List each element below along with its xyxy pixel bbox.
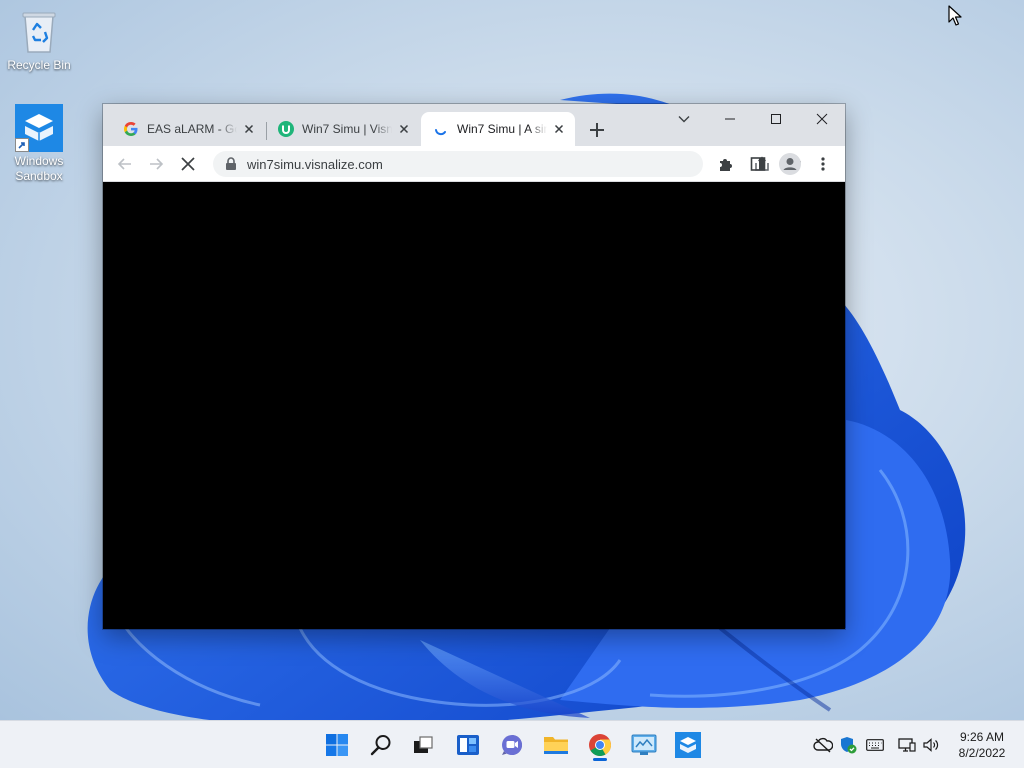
windows-logo-icon	[326, 734, 348, 756]
tab-strip: EAS aLARM - Google Search Win7 Simu | Vi…	[103, 104, 845, 146]
tab-close-icon[interactable]	[241, 121, 257, 137]
profile-button[interactable]	[778, 152, 802, 176]
visnalize-icon	[278, 121, 294, 137]
back-button[interactable]	[113, 152, 137, 176]
tab-close-icon[interactable]	[551, 121, 567, 137]
folder-icon	[544, 737, 568, 754]
widgets-icon	[457, 735, 479, 755]
network-icon[interactable]	[897, 735, 917, 755]
task-view-button[interactable]	[407, 729, 439, 761]
desktop-icon-label: Windows Sandbox	[14, 154, 64, 183]
widgets-button[interactable]	[452, 729, 484, 761]
side-panel-icon	[750, 157, 766, 171]
tab-title: Win7 Simu | A simulator	[457, 122, 547, 136]
desktop-icon-windows-sandbox[interactable]: Windows Sandbox	[1, 104, 77, 184]
file-explorer-button[interactable]	[540, 729, 572, 761]
arrow-left-icon	[117, 158, 131, 170]
minimize-icon	[725, 118, 735, 120]
windows-sandbox-icon	[675, 732, 701, 758]
chrome-icon	[589, 734, 611, 756]
desktop-icon-recycle-bin[interactable]: Recycle Bin	[1, 8, 77, 73]
start-button[interactable]	[321, 729, 353, 761]
browser-toolbar: win7simu.visnalize.com	[103, 146, 845, 182]
tab-close-icon[interactable]	[396, 121, 412, 137]
new-tab-button[interactable]	[585, 118, 609, 142]
close-window-button[interactable]	[799, 104, 845, 134]
more-menu-button[interactable]	[811, 152, 835, 176]
tab-win7-simu-active[interactable]: Win7 Simu | A simulator	[421, 112, 575, 146]
tab-google-search[interactable]: EAS aLARM - Google Search	[111, 112, 265, 146]
extensions-button[interactable]	[714, 152, 738, 176]
puzzle-icon	[720, 159, 732, 171]
chat-button[interactable]	[496, 729, 528, 761]
address-bar[interactable]: win7simu.visnalize.com	[213, 151, 801, 177]
clock-date: 8/2/2022	[958, 746, 1006, 760]
plus-icon	[590, 123, 604, 137]
url-text: win7simu.visnalize.com	[247, 156, 383, 172]
loading-spinner-icon	[433, 121, 449, 137]
browser-window[interactable]: EAS aLARM - Google Search Win7 Simu | Vi…	[103, 104, 845, 629]
page-content-viewport[interactable]	[103, 183, 845, 629]
minimize-button[interactable]	[707, 104, 753, 134]
windows-security-icon[interactable]	[838, 735, 858, 755]
google-icon	[123, 121, 139, 137]
forward-button[interactable]	[144, 152, 168, 176]
close-icon	[181, 157, 195, 171]
touch-keyboard-icon[interactable]	[865, 735, 885, 755]
task-view-icon	[414, 736, 433, 753]
tab-title: EAS aLARM - Google Search	[147, 122, 237, 136]
windows-sandbox-icon	[15, 104, 63, 152]
tab-visnalize[interactable]: Win7 Simu | Visnalize	[266, 112, 420, 146]
chevron-down-icon	[678, 116, 690, 123]
desktop-icon-label: Recycle Bin	[7, 58, 71, 72]
mouse-cursor-icon	[948, 5, 962, 30]
control-panel-button[interactable]	[628, 729, 660, 761]
control-panel-icon	[631, 734, 657, 755]
arrow-right-icon	[150, 158, 164, 170]
volume-icon[interactable]	[921, 735, 941, 755]
maximize-icon	[771, 114, 781, 124]
system-clock[interactable]: 9:26 AM 8/2/2022	[948, 729, 1016, 761]
lock-icon	[225, 157, 237, 171]
onedrive-offline-icon[interactable]	[813, 735, 833, 755]
windows-sandbox-taskbar-button[interactable]	[672, 729, 704, 761]
avatar-icon	[779, 153, 801, 175]
stop-loading-button[interactable]	[176, 152, 200, 176]
chrome-taskbar-button[interactable]	[584, 729, 616, 761]
maximize-button[interactable]	[753, 104, 799, 134]
tab-title: Win7 Simu | Visnalize	[302, 122, 392, 136]
shortcut-arrow-icon	[15, 138, 29, 152]
tab-search-button[interactable]	[661, 104, 707, 134]
side-panel-button[interactable]	[746, 152, 770, 176]
clock-time: 9:26 AM	[959, 730, 1005, 744]
taskbar-search-button[interactable]	[365, 729, 397, 761]
taskbar: 9:26 AM 8/2/2022	[0, 720, 1024, 768]
recycle-bin-icon	[15, 8, 63, 56]
teams-chat-icon	[502, 735, 522, 755]
close-icon	[816, 113, 828, 125]
search-icon	[370, 735, 391, 756]
active-app-indicator	[593, 758, 607, 761]
kebab-menu-icon	[821, 157, 825, 171]
